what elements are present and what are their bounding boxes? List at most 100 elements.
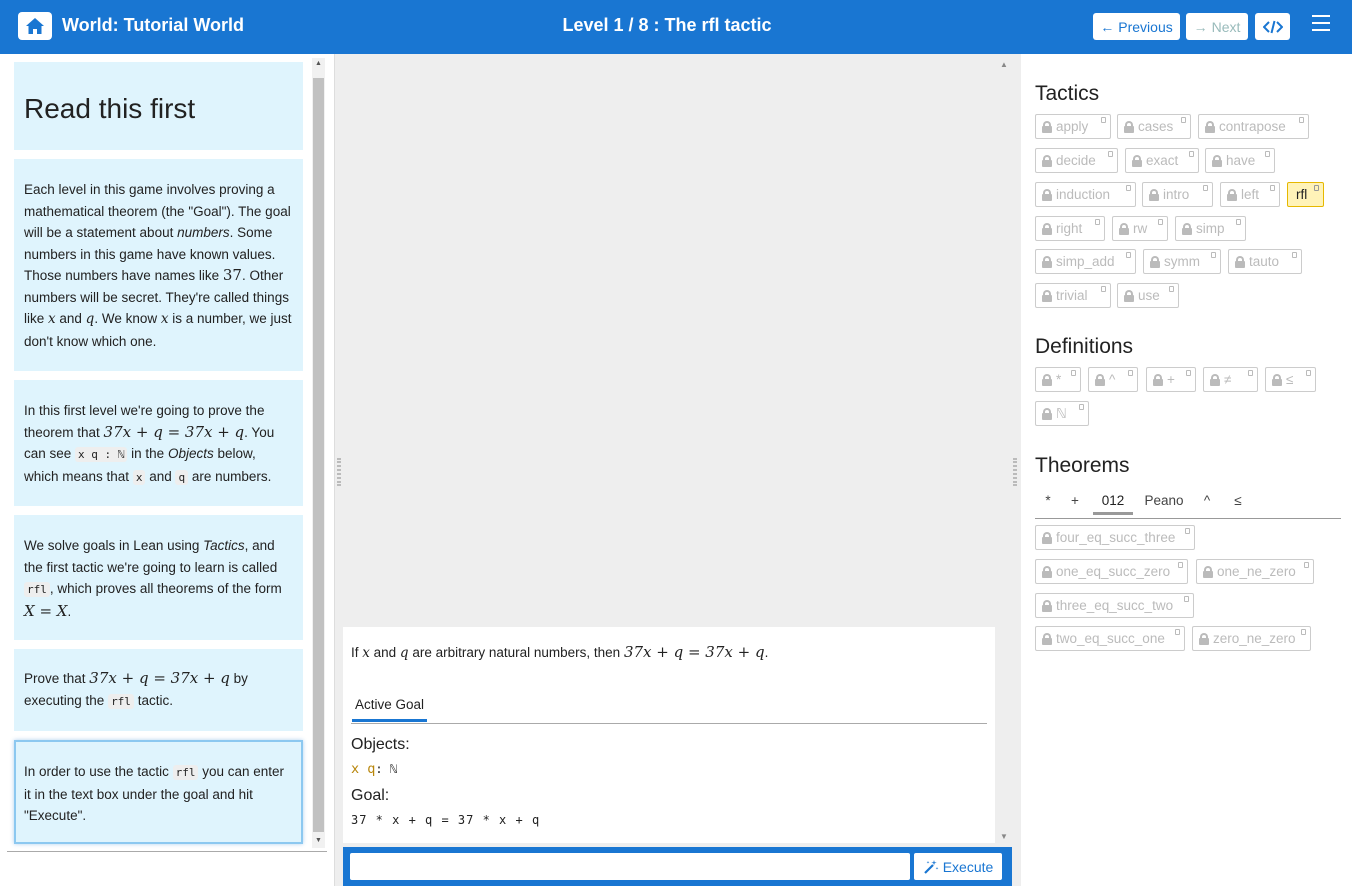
doc-icon xyxy=(1175,629,1180,635)
tactic-rfl[interactable]: rfl xyxy=(1287,182,1324,207)
theorem-tabs: * + 012 Peano ^ ≤ xyxy=(1035,490,1341,519)
scroll-up-icon[interactable]: ▲ xyxy=(1000,60,1008,69)
lock-icon xyxy=(1210,373,1220,386)
tactic-left[interactable]: left xyxy=(1220,182,1280,207)
top-bar: World: Tutorial World Level 1 / 8 : The … xyxy=(0,0,1352,54)
doc-icon xyxy=(1126,252,1131,258)
tactic-input[interactable] xyxy=(350,853,910,880)
theorem-zero-ne-zero[interactable]: zero_ne_zero xyxy=(1192,626,1311,651)
tactic-cases[interactable]: cases xyxy=(1117,114,1191,139)
tactic-symm[interactable]: symm xyxy=(1143,249,1221,274)
tactic-simp[interactable]: simp xyxy=(1175,216,1246,241)
doc-icon xyxy=(1270,185,1275,191)
intro-scrollbar-thumb[interactable] xyxy=(313,78,324,832)
intro-card-4: Prove that 37x + q = 37x + q by executin… xyxy=(14,649,303,731)
scroll-down-icon[interactable]: ▼ xyxy=(315,837,322,844)
lock-icon xyxy=(1042,599,1052,612)
goal-panel: If x and q are arbitrary natural numbers… xyxy=(343,627,995,843)
definition-pow[interactable]: ^ xyxy=(1088,367,1138,392)
lock-icon xyxy=(1149,188,1159,201)
tab-theorems-012[interactable]: 012 xyxy=(1093,493,1133,515)
intro-scrollbar[interactable]: ▲ ▼ xyxy=(312,58,325,848)
doc-icon xyxy=(1101,286,1106,292)
theorem-three-eq-succ-two[interactable]: three_eq_succ_two xyxy=(1035,593,1194,618)
doc-icon xyxy=(1181,117,1186,123)
lock-icon xyxy=(1132,154,1142,167)
intro-card-5: In order to use the tactic rfl you can e… xyxy=(14,740,303,844)
doc-icon xyxy=(1126,185,1131,191)
tactic-have[interactable]: have xyxy=(1205,148,1275,173)
objects-hypothesis: x q: ℕ xyxy=(351,761,397,777)
tactic-use[interactable]: use xyxy=(1117,283,1179,308)
level-statement: If x and q are arbitrary natural numbers… xyxy=(351,643,769,661)
object-variables: x q xyxy=(351,761,376,777)
left-resize-handle[interactable] xyxy=(337,458,341,486)
definition-le[interactable]: ≤ xyxy=(1265,367,1316,392)
code-view-button[interactable] xyxy=(1255,13,1290,40)
tactic-apply[interactable]: apply xyxy=(1035,114,1111,139)
lock-icon xyxy=(1124,289,1134,302)
lock-icon xyxy=(1042,289,1052,302)
definition-add[interactable]: + xyxy=(1146,367,1196,392)
lock-icon xyxy=(1205,120,1215,133)
tactic-trivial[interactable]: trivial xyxy=(1035,283,1111,308)
tab-theorems-peano[interactable]: Peano xyxy=(1141,493,1187,508)
doc-icon xyxy=(1108,151,1113,157)
tactic-induction[interactable]: induction xyxy=(1035,182,1136,207)
divider xyxy=(7,851,327,852)
previous-button[interactable]: ← Previous xyxy=(1093,13,1180,40)
doc-icon xyxy=(1185,528,1190,534)
doc-icon xyxy=(1314,185,1319,191)
tactic-simp-add[interactable]: simp_add xyxy=(1035,249,1136,274)
doc-icon xyxy=(1304,562,1309,568)
definition-mul[interactable]: * xyxy=(1035,367,1081,392)
goal-expression: 37 * x + q = 37 * x + q xyxy=(351,813,541,827)
doc-icon xyxy=(1101,117,1106,123)
hamburger-menu-icon[interactable] xyxy=(1312,15,1330,31)
doc-icon xyxy=(1306,370,1311,376)
definition-nat[interactable]: ℕ xyxy=(1035,401,1089,426)
doc-icon xyxy=(1301,629,1306,635)
definition-ne[interactable]: ≠ xyxy=(1203,367,1258,392)
intro-heading: Read this first xyxy=(24,93,196,124)
tab-theorems-pow[interactable]: ^ xyxy=(1200,493,1214,508)
object-type: : ℕ xyxy=(375,762,398,776)
lock-icon xyxy=(1212,154,1222,167)
theorem-four-eq-succ-three[interactable]: four_eq_succ_three xyxy=(1035,525,1195,550)
tactic-tauto[interactable]: tauto xyxy=(1228,249,1302,274)
theorem-one-eq-succ-zero[interactable]: one_eq_succ_zero xyxy=(1035,559,1188,584)
theorem-one-ne-zero[interactable]: one_ne_zero xyxy=(1196,559,1314,584)
tactic-intro[interactable]: intro xyxy=(1142,182,1213,207)
arrow-left-icon: ← xyxy=(1100,18,1115,35)
scroll-down-icon[interactable]: ▼ xyxy=(1000,832,1008,841)
doc-icon xyxy=(1299,117,1304,123)
next-button[interactable]: → Next xyxy=(1186,13,1248,40)
lock-icon xyxy=(1272,373,1282,386)
scroll-up-icon[interactable]: ▲ xyxy=(315,60,322,67)
right-resize-handle[interactable] xyxy=(1013,458,1017,486)
doc-icon xyxy=(1236,219,1241,225)
doc-icon xyxy=(1169,286,1174,292)
tab-theorems-add[interactable]: + xyxy=(1068,493,1082,508)
tab-active-goal[interactable]: Active Goal xyxy=(352,697,427,722)
tab-divider xyxy=(351,723,987,724)
lock-icon xyxy=(1042,255,1052,268)
tab-theorems-le[interactable]: ≤ xyxy=(1231,493,1245,508)
tactics-title: Tactics xyxy=(1035,82,1100,105)
lock-icon xyxy=(1042,222,1052,235)
lock-icon xyxy=(1199,632,1209,645)
doc-icon xyxy=(1248,370,1253,376)
lock-icon xyxy=(1042,188,1052,201)
lock-icon xyxy=(1119,222,1129,235)
tactic-right[interactable]: right xyxy=(1035,216,1105,241)
intro-heading-card: Read this first xyxy=(14,62,303,150)
theorem-two-eq-succ-one[interactable]: two_eq_succ_one xyxy=(1035,626,1185,651)
doc-icon xyxy=(1184,596,1189,602)
tactic-rw[interactable]: rw xyxy=(1112,216,1168,241)
tactic-exact[interactable]: exact xyxy=(1125,148,1199,173)
tactic-contrapose[interactable]: contrapose xyxy=(1198,114,1309,139)
execute-button[interactable]: Execute xyxy=(914,853,1002,880)
tab-theorems-mul[interactable]: * xyxy=(1041,493,1055,508)
lock-icon xyxy=(1150,255,1160,268)
tactic-decide[interactable]: decide xyxy=(1035,148,1118,173)
